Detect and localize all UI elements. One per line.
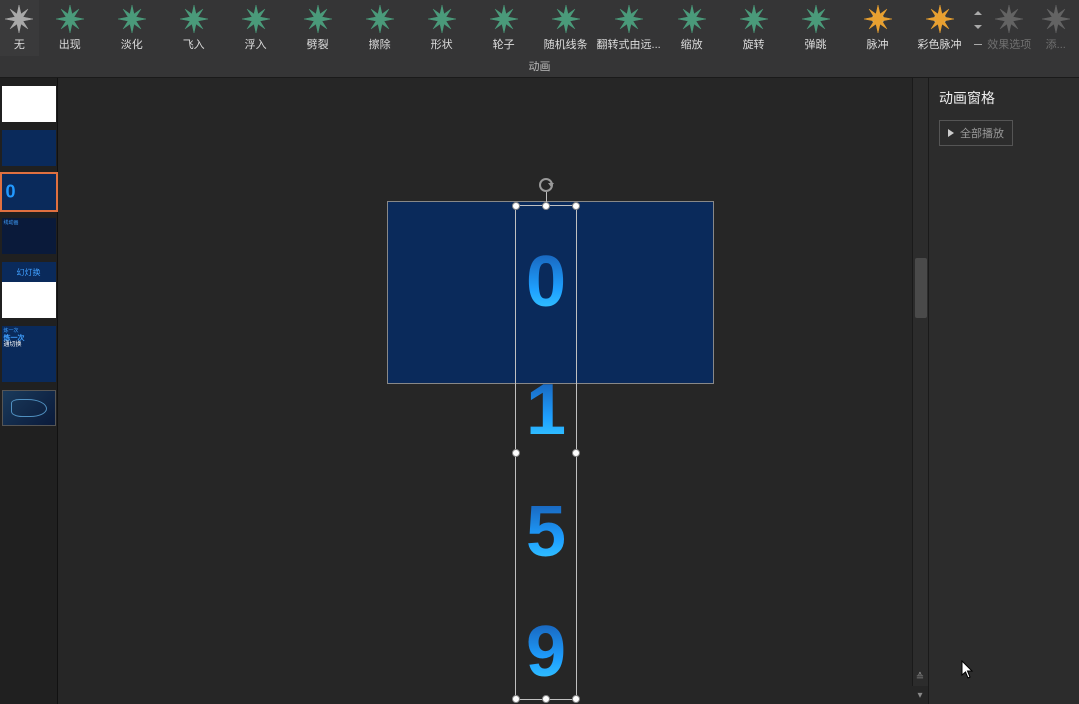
resize-handle-w[interactable] bbox=[512, 449, 520, 457]
animation-12[interactable]: 旋转 bbox=[723, 0, 785, 56]
animation-2[interactable]: 淡化 bbox=[101, 0, 163, 56]
star-icon bbox=[4, 4, 34, 34]
resize-handle-sw[interactable] bbox=[512, 695, 520, 703]
star-icon bbox=[241, 4, 271, 34]
animation-14[interactable]: 脉冲 bbox=[847, 0, 909, 56]
ribbon-disabled-label: 效果选项 bbox=[987, 36, 1031, 52]
animation-label: 飞入 bbox=[183, 36, 205, 52]
animation-gallery-scroll[interactable] bbox=[971, 0, 987, 56]
animation-label: 出现 bbox=[59, 36, 81, 52]
selected-textbox[interactable]: 0 1 5 9 bbox=[515, 205, 577, 700]
ribbon-items-row: 无 出现 淡化 飞入 浮入 劈裂 bbox=[0, 0, 1079, 56]
thumbnail-slide-3[interactable]: 0 bbox=[2, 174, 56, 210]
next-slide-icon[interactable]: ▾ bbox=[917, 690, 922, 701]
star-icon bbox=[863, 4, 893, 34]
animation-7[interactable]: 形状 bbox=[411, 0, 473, 56]
animation-13[interactable]: 弹跳 bbox=[785, 0, 847, 56]
thumb-digit: 0 bbox=[6, 182, 16, 203]
star-icon bbox=[614, 4, 644, 34]
animation-8[interactable]: 轮子 bbox=[473, 0, 535, 56]
main-area: 0 线动画 幻灯换 炼一次 炼一次 通切换 bbox=[0, 78, 1079, 704]
animation-10[interactable]: 翻转式由远... bbox=[597, 0, 661, 56]
resize-handle-e[interactable] bbox=[572, 449, 580, 457]
star-icon bbox=[739, 4, 769, 34]
star-icon bbox=[677, 4, 707, 34]
star-icon bbox=[994, 4, 1024, 34]
resize-handle-s[interactable] bbox=[542, 695, 550, 703]
digit-0: 0 bbox=[526, 246, 566, 318]
resize-handle-nw[interactable] bbox=[512, 202, 520, 210]
thumbnail-slide-6[interactable]: 炼一次 炼一次 通切换 bbox=[2, 326, 56, 382]
animation-6[interactable]: 擦除 bbox=[349, 0, 411, 56]
editor-vertical-scrollbar[interactable] bbox=[912, 78, 928, 686]
animation-label: 缩放 bbox=[681, 36, 703, 52]
animation-9[interactable]: 随机线条 bbox=[535, 0, 597, 56]
star-icon bbox=[1041, 4, 1071, 34]
expand-gallery-icon[interactable] bbox=[974, 44, 982, 45]
star-icon bbox=[55, 4, 85, 34]
resize-handle-n[interactable] bbox=[542, 202, 550, 210]
animation-label: 无 bbox=[14, 36, 25, 52]
prev-slide-icon[interactable]: ≙ bbox=[916, 672, 924, 683]
resize-handle-se[interactable] bbox=[572, 695, 580, 703]
animation-label: 脉冲 bbox=[867, 36, 889, 52]
star-icon bbox=[551, 4, 581, 34]
editor-nav-buttons: ≙ ▾ bbox=[912, 668, 928, 704]
slide-thumbnails: 0 线动画 幻灯换 炼一次 炼一次 通切换 bbox=[0, 78, 58, 704]
digit-5: 5 bbox=[526, 496, 566, 568]
star-icon bbox=[365, 4, 395, 34]
digit-1: 1 bbox=[526, 374, 566, 446]
ribbon-group-label: 动画 bbox=[0, 56, 1079, 78]
animation-4[interactable]: 浮入 bbox=[225, 0, 287, 56]
animation-15[interactable]: 彩色脉冲 bbox=[909, 0, 971, 56]
animation-label: 形状 bbox=[431, 36, 453, 52]
scroll-up-icon[interactable] bbox=[974, 11, 982, 15]
animation-label: 弹跳 bbox=[805, 36, 827, 52]
animation-label: 劈裂 bbox=[307, 36, 329, 52]
animation-label: 淡化 bbox=[121, 36, 143, 52]
animation-label: 彩色脉冲 bbox=[918, 36, 962, 52]
slide-editor[interactable]: 0 1 5 9 ≙ ▾ bbox=[58, 78, 928, 704]
thumbnail-slide-4[interactable]: 线动画 bbox=[2, 218, 56, 254]
animation-label: 擦除 bbox=[369, 36, 391, 52]
digit-9: 9 bbox=[526, 616, 566, 688]
animation-pane: 动画窗格 全部播放 bbox=[928, 78, 1079, 704]
star-icon bbox=[117, 4, 147, 34]
ribbon-disabled-1: 添... bbox=[1033, 0, 1079, 56]
animation-label: 浮入 bbox=[245, 36, 267, 52]
play-icon bbox=[948, 129, 954, 137]
animation-label: 旋转 bbox=[743, 36, 765, 52]
thumbnail-slide-2[interactable] bbox=[2, 130, 56, 166]
ribbon-bar: 无 出现 淡化 飞入 浮入 劈裂 bbox=[0, 0, 1079, 78]
scrollbar-thumb[interactable] bbox=[915, 258, 927, 318]
thumbnail-slide-7[interactable] bbox=[2, 390, 56, 426]
animation-3[interactable]: 飞入 bbox=[163, 0, 225, 56]
ribbon-disabled-0: 效果选项 bbox=[986, 0, 1032, 56]
animation-0[interactable]: 无 bbox=[0, 0, 39, 56]
thumbnail-slide-1[interactable] bbox=[2, 86, 56, 122]
animation-label: 随机线条 bbox=[544, 36, 588, 52]
star-icon bbox=[489, 4, 519, 34]
play-all-button[interactable]: 全部播放 bbox=[939, 120, 1013, 146]
animation-1[interactable]: 出现 bbox=[39, 0, 101, 56]
scroll-down-icon[interactable] bbox=[974, 25, 982, 29]
star-icon bbox=[303, 4, 333, 34]
animation-5[interactable]: 劈裂 bbox=[287, 0, 349, 56]
star-icon bbox=[179, 4, 209, 34]
rotate-handle[interactable] bbox=[539, 178, 553, 192]
play-all-label: 全部播放 bbox=[960, 125, 1004, 141]
animation-label: 轮子 bbox=[493, 36, 515, 52]
star-icon bbox=[925, 4, 955, 34]
resize-handle-ne[interactable] bbox=[572, 202, 580, 210]
animation-pane-title: 动画窗格 bbox=[939, 88, 1069, 108]
star-icon bbox=[427, 4, 457, 34]
thumbnail-slide-5[interactable]: 幻灯换 bbox=[2, 262, 56, 318]
animation-11[interactable]: 缩放 bbox=[661, 0, 723, 56]
star-icon bbox=[801, 4, 831, 34]
ribbon-disabled-label: 添... bbox=[1046, 36, 1066, 52]
animation-label: 翻转式由远... bbox=[597, 36, 661, 52]
